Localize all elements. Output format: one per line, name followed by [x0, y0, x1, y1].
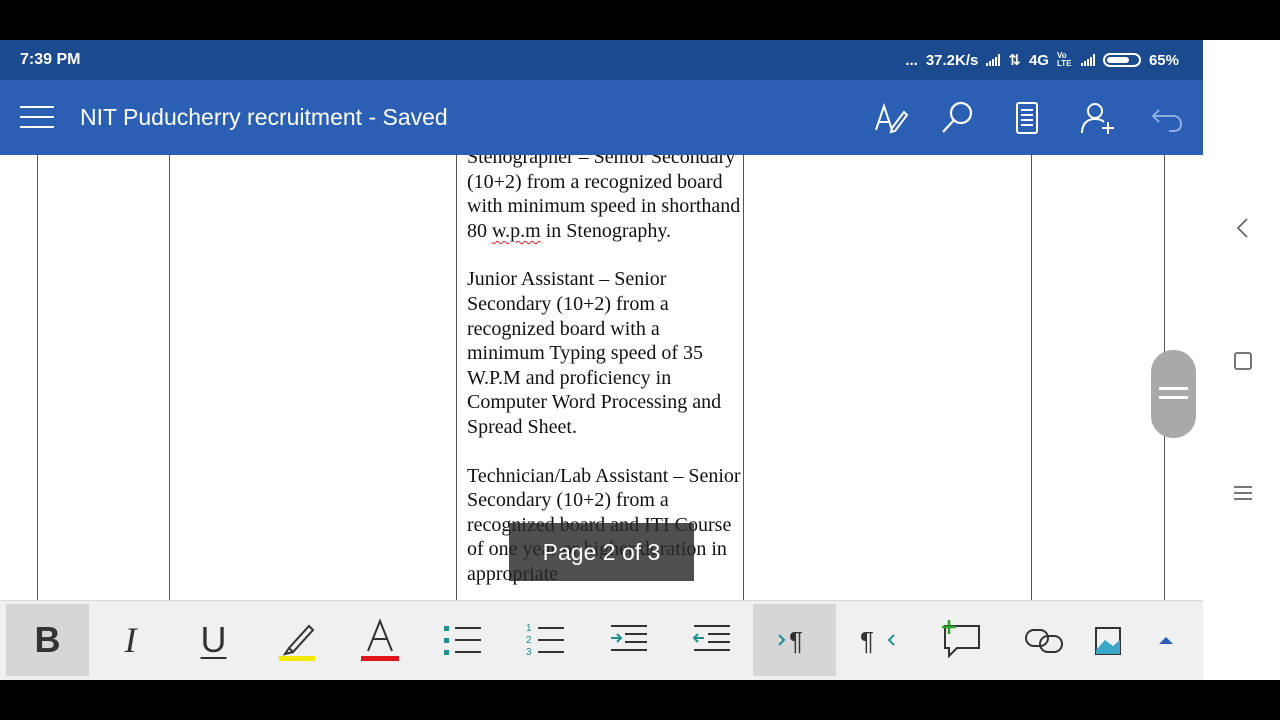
- network-type: 4G: [1028, 51, 1049, 69]
- bullet-list-icon: [443, 626, 481, 655]
- svg-text:2: 2: [526, 635, 532, 646]
- decrease-indent-button[interactable]: [670, 604, 753, 676]
- insert-link-button[interactable]: [1002, 604, 1085, 676]
- back-icon[interactable]: [1223, 208, 1263, 248]
- numbered-list-icon: 123: [526, 623, 564, 658]
- para-text: in Stenography.: [540, 219, 672, 242]
- hamburger-menu-icon[interactable]: [20, 106, 54, 128]
- picture-icon: [1095, 627, 1121, 655]
- share-person-icon[interactable]: [1078, 98, 1118, 138]
- draw-icon[interactable]: [870, 98, 910, 138]
- signal-icon: [986, 54, 1001, 66]
- app-bar: NIT Puducherry recruitment - Saved: [0, 80, 1203, 155]
- highlight-button[interactable]: [255, 604, 338, 676]
- undo-icon[interactable]: [1147, 98, 1187, 138]
- underline-button[interactable]: U: [172, 604, 255, 676]
- battery-icon: [1102, 53, 1141, 67]
- svg-text:¶: ¶: [789, 626, 803, 656]
- bold-icon: B: [34, 619, 61, 660]
- reading-view-icon[interactable]: [1007, 98, 1047, 138]
- italic-icon: I: [124, 620, 137, 660]
- svg-text:3: 3: [526, 647, 532, 658]
- bold-button[interactable]: B: [6, 604, 89, 676]
- increase-indent-button[interactable]: [587, 604, 670, 676]
- system-nav-bar: [1203, 40, 1280, 680]
- page-indicator-toast: Page 2 of 3: [509, 523, 694, 581]
- phone-screen: 7:39 PM ... 37.2K/s ⇅ 4G Vo LTE 65% NIT …: [0, 40, 1203, 680]
- paragraph-stenographer: Stenographer – Senior Secondary (10+2) f…: [467, 155, 742, 243]
- font-color-button[interactable]: [338, 604, 421, 676]
- new-comment-button[interactable]: [919, 604, 1002, 676]
- battery-level: 65%: [1148, 51, 1179, 69]
- data-transfer-icon: ⇅: [1008, 52, 1021, 69]
- signal-icon-2: [1080, 54, 1095, 66]
- formatting-toolbar: B I U 123 ¶ ¶: [0, 600, 1203, 680]
- status-indicators: ... 37.2K/s ⇅ 4G Vo LTE 65%: [905, 51, 1179, 70]
- bullet-list-button[interactable]: [421, 604, 504, 676]
- new-comment-icon: [941, 620, 980, 659]
- table-border: [1031, 155, 1032, 600]
- numbered-list-button[interactable]: 123: [504, 604, 587, 676]
- scrollbar-thumb[interactable]: [1151, 350, 1196, 438]
- status-time: 7:39 PM: [20, 51, 81, 68]
- table-border: [169, 155, 170, 600]
- partial-line: Stenographer – Senior: [467, 155, 646, 168]
- ltr-paragraph-icon: ¶: [777, 626, 803, 656]
- document-title: NIT Puducherry recruitment - Saved: [80, 104, 448, 130]
- home-icon[interactable]: [1223, 341, 1263, 381]
- caret-up-icon: [1159, 637, 1173, 644]
- network-speed: 37.2K/s: [925, 51, 979, 69]
- paragraph-junior-assistant: Junior Assistant – Senior Secondary (10+…: [467, 268, 722, 438]
- recents-icon[interactable]: [1223, 473, 1263, 513]
- table-border: [456, 155, 457, 600]
- table-border: [743, 155, 744, 600]
- link-icon: [1024, 629, 1063, 653]
- status-bar: 7:39 PM ... 37.2K/s ⇅ 4G Vo LTE 65%: [0, 40, 1203, 80]
- increase-indent-icon: [610, 625, 647, 651]
- font-color-icon: [360, 618, 399, 661]
- top-letterbox: [0, 0, 1280, 40]
- spelling-error[interactable]: w.p.m: [492, 220, 541, 242]
- volte-icon: Vo LTE: [1056, 51, 1072, 68]
- svg-text:¶: ¶: [860, 626, 874, 656]
- rtl-paragraph-button[interactable]: ¶: [836, 604, 919, 676]
- notification-dots: ...: [905, 51, 918, 69]
- decrease-indent-icon: [692, 625, 730, 651]
- table-border: [37, 155, 38, 600]
- expand-toolbar-button[interactable]: [1140, 604, 1192, 676]
- highlighter-icon: [278, 624, 315, 661]
- italic-button[interactable]: I: [89, 604, 172, 676]
- ltr-paragraph-button[interactable]: ¶: [753, 604, 836, 676]
- insert-picture-button[interactable]: [1085, 604, 1131, 676]
- underline-icon: U: [200, 619, 227, 660]
- bottom-letterbox: [0, 680, 1280, 720]
- rtl-paragraph-icon: ¶: [860, 626, 895, 656]
- search-icon[interactable]: [938, 98, 978, 138]
- svg-text:1: 1: [526, 623, 532, 634]
